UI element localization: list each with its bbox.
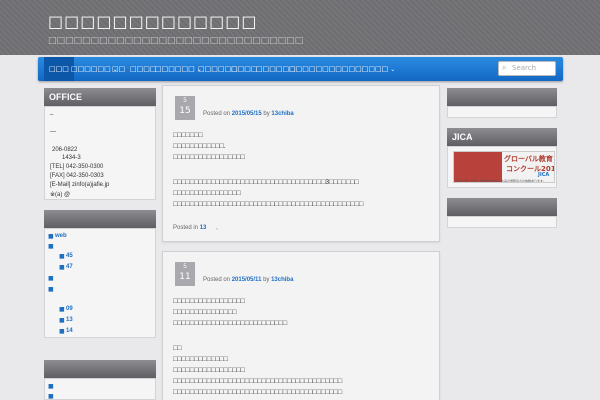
nav-item-home[interactable]: □□□ bbox=[44, 57, 74, 81]
list-item-47[interactable]: 47 bbox=[66, 264, 73, 270]
post-text-line: □□□□□□□□□□□□□□□□□ bbox=[173, 298, 245, 305]
right-widget-1 bbox=[447, 106, 557, 118]
list-bullet: ■ bbox=[48, 286, 54, 293]
post-text-line: □□ bbox=[173, 345, 182, 352]
post-category-link[interactable]: 13 bbox=[200, 225, 207, 231]
post-date-day: 11 bbox=[179, 272, 191, 282]
post-text-line: □□□□□□□□□□□□□□□□□ bbox=[173, 367, 245, 374]
nav-item-9[interactable]: □□□□□□□□□□□□□□□ ⌄ bbox=[289, 57, 395, 81]
office-address: 1434-3 bbox=[62, 155, 81, 161]
post-date-link[interactable]: 2015/05/15 bbox=[232, 111, 262, 117]
office-line: – bbox=[50, 112, 54, 118]
nav-item-2[interactable]: □□□□□□ ⌄ bbox=[71, 57, 118, 81]
posted-on-label: Posted on bbox=[203, 111, 231, 117]
post-text-line: □□□□□□□□□□□□□□□□□□□□□□□□□□□□□□□□□□□□□□□□… bbox=[173, 201, 364, 208]
search-placeholder: Search bbox=[512, 64, 537, 72]
right-widget-3 bbox=[447, 216, 557, 228]
list-bullet: ■ bbox=[48, 393, 54, 400]
nav-item-5[interactable]: □□□□□□ ⌄ bbox=[155, 57, 202, 81]
post-article: 5 15 Posted on 2015/05/15 by 13chiba □□□… bbox=[162, 85, 440, 242]
list-bullet: ■ bbox=[48, 275, 54, 282]
post-text-line: □□□□□□□ bbox=[173, 132, 203, 139]
post-date-badge: 5 15 bbox=[175, 96, 195, 120]
post-author-link[interactable]: 13chiba bbox=[271, 277, 293, 283]
nav-item-4[interactable]: □□□□ bbox=[130, 57, 156, 81]
post-author-link[interactable]: 13chiba bbox=[271, 111, 293, 117]
office-postal-code: 206-0822 bbox=[52, 147, 78, 153]
site-description: □□□□□□□□□□□□□□□□□□□□□□□□□□□□□□ bbox=[48, 36, 304, 46]
widget-2-title bbox=[44, 210, 156, 228]
site-title[interactable]: □□□□□□□□□□□□□ bbox=[48, 12, 258, 31]
chevron-down-icon: ⌄ bbox=[390, 66, 396, 73]
widget-3: ■ ■ bbox=[44, 378, 156, 400]
post-text-line: □□□□□□□□□□□□□ bbox=[173, 356, 228, 363]
list-bullet: ■ bbox=[48, 233, 54, 240]
post-text-line: □□□□□□□□□□□□□□□□□□□□□□□□□□□ bbox=[173, 320, 288, 327]
list-bullet: ■ bbox=[59, 328, 65, 335]
post-date-day: 15 bbox=[179, 106, 191, 116]
by-label: by bbox=[263, 277, 270, 283]
post-text-line: □□□□□□□□□□□□□□□□□□□□□□□□□□□□□□□□□□□□3□□□… bbox=[173, 179, 359, 186]
list-bullet: ■ bbox=[48, 383, 54, 390]
post-text-line: □□□□□□□□□□□□□□□□□ bbox=[173, 154, 245, 161]
search-input[interactable]: ⌕ Search bbox=[498, 61, 556, 76]
office-line: — bbox=[50, 129, 56, 135]
post-text-line: □□□□□□□□□□□□. bbox=[173, 143, 226, 150]
jica-logo: JICA bbox=[538, 172, 550, 178]
nav-item-7[interactable]: □□□□ bbox=[231, 57, 257, 81]
post-article: 5 11 Posted on 2015/05/11 by 13chiba □□□… bbox=[162, 251, 440, 400]
post-date-month: 5 bbox=[183, 263, 187, 270]
jica-banner-footer: 海外で輝く仕事、国際協力学学・在品の国際協力の体験あります。 bbox=[456, 179, 546, 183]
right-widget-3-title bbox=[447, 198, 557, 216]
widget-2: ■ web ■ ■ 45 ■ 47 ■ ■ ■ 09 ■ 13 ■ 14 bbox=[44, 228, 156, 338]
main-nav: □□□ □□□□□□ ⌄ □□ □□□□ □□□□□□ ⌄ □□□□□□ □□□□ … bbox=[38, 57, 563, 81]
post-text-line: □□□□□□□□□□□□□□□□□□□□□□□□□□□□□□□□□□□□□□□□ bbox=[173, 389, 343, 396]
list-item-14[interactable]: 14 bbox=[66, 328, 73, 334]
post-date-badge: 5 11 bbox=[175, 262, 195, 286]
posted-on-label: Posted on bbox=[203, 277, 231, 283]
widget-3-title bbox=[44, 360, 156, 378]
search-icon: ⌕ bbox=[502, 63, 507, 72]
list-item-09[interactable]: 09 bbox=[66, 306, 73, 312]
post-meta: Posted on 2015/05/11 by 13chiba bbox=[203, 277, 293, 283]
office-widget-title: OFFICE bbox=[44, 88, 156, 106]
by-label: by bbox=[263, 111, 270, 117]
post-date-link[interactable]: 2015/05/11 bbox=[232, 277, 262, 283]
separator: , bbox=[216, 225, 218, 231]
nav-item-3[interactable]: □□ bbox=[112, 57, 125, 81]
post-footer: Posted in 13 , bbox=[173, 225, 218, 231]
list-item-web[interactable]: web bbox=[55, 233, 67, 239]
post-text-line: □□□□□□□□□□□□□□□□ bbox=[173, 190, 241, 197]
list-bullet: ■ bbox=[59, 317, 65, 324]
jica-banner-title: グローバル教育 bbox=[504, 155, 553, 163]
office-widget: – — 206-0822 1434-3 [TEL] 042-350-0300 [… bbox=[44, 106, 156, 200]
jica-widget-title: JICA bbox=[447, 128, 557, 146]
site-header: □□□□□□□□□□□□□ □□□□□□□□□□□□□□□□□□□□□□□□□□… bbox=[0, 0, 600, 55]
post-text-line: □□□□□□□□□□□□□□□ bbox=[173, 309, 237, 316]
list-bullet: ■ bbox=[59, 253, 65, 260]
office-email-note: ※(a) @ bbox=[50, 192, 71, 198]
office-tel: [TEL] 042-350-0300 bbox=[50, 164, 104, 170]
post-date-month: 5 bbox=[183, 97, 187, 104]
right-widget-1-title bbox=[447, 88, 557, 106]
office-fax: [FAX] 042-350-0303 bbox=[50, 173, 104, 179]
posted-in-label: Posted in bbox=[173, 225, 199, 231]
list-bullet: ■ bbox=[48, 243, 54, 250]
list-bullet: ■ bbox=[59, 306, 65, 313]
list-bullet: ■ bbox=[59, 264, 65, 271]
post-meta: Posted on 2015/05/15 by 13chiba bbox=[203, 111, 294, 117]
office-email: [E-Mail] zinfo(a)jafie.jp bbox=[50, 182, 110, 188]
list-item-45[interactable]: 45 bbox=[66, 253, 73, 259]
post-text-line: □□□□□□□□□□□□□□□□□□□□□□□□□□□□□□□□□□□□□□□□ bbox=[173, 378, 343, 385]
jica-banner-image[interactable]: グローバル教育 コンクール2014 JICA 海外で輝く仕事、国際協力学学・在品… bbox=[453, 151, 555, 183]
list-item-13[interactable]: 13 bbox=[66, 317, 73, 323]
